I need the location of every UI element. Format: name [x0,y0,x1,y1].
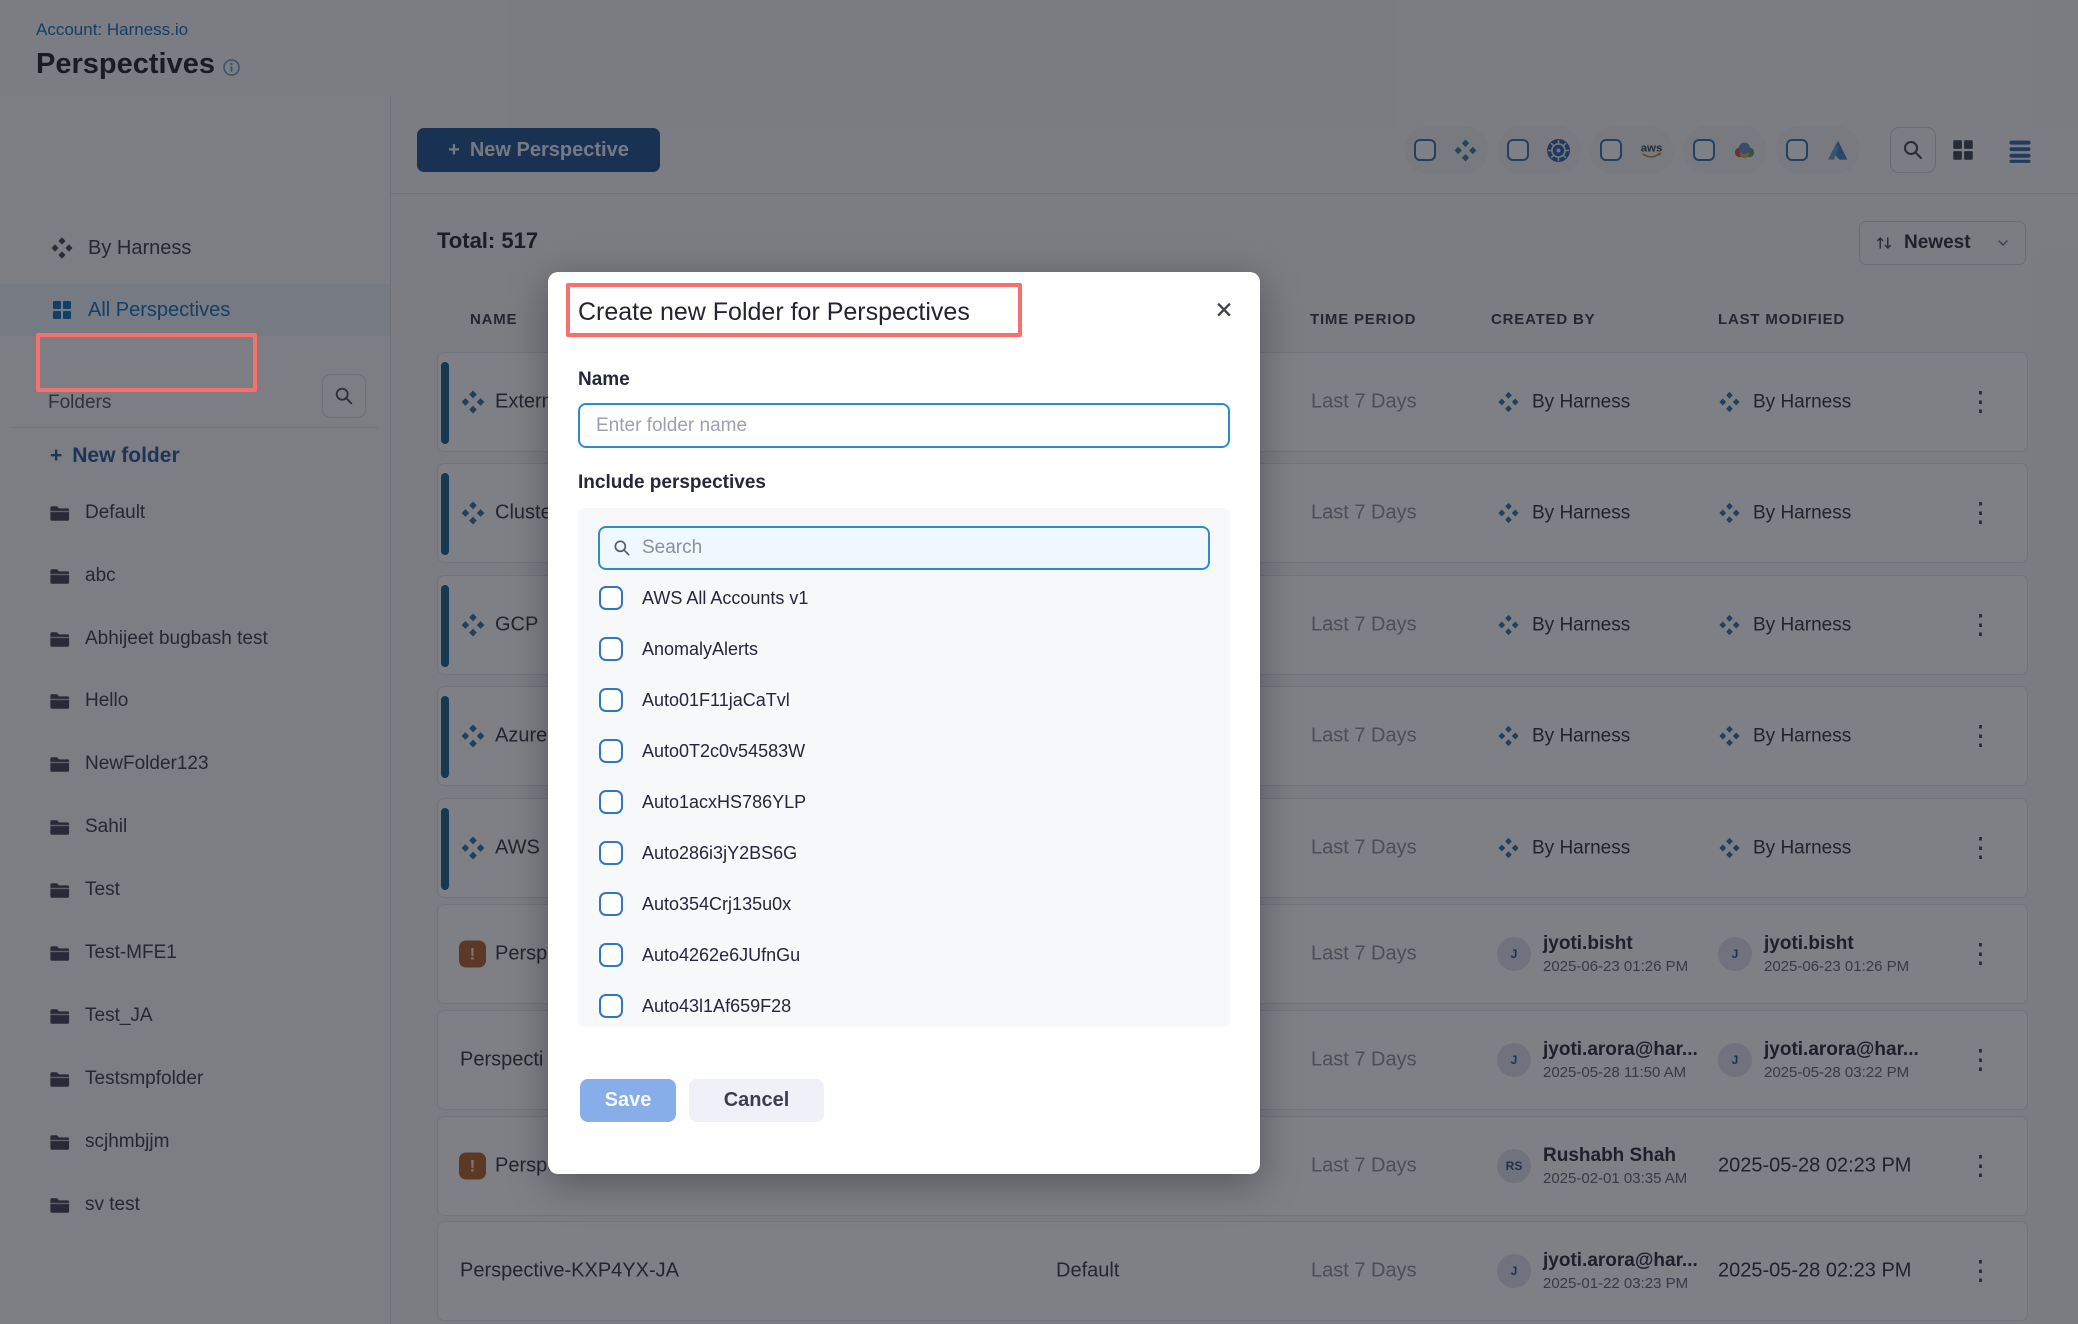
annotation-box-new-folder [36,333,257,392]
perspective-option[interactable]: Auto01F11jaCaTvl [599,685,790,715]
close-icon[interactable]: ✕ [1210,296,1238,324]
perspective-checkbox[interactable] [599,688,623,712]
perspective-checkbox[interactable] [599,637,623,661]
perspective-option-label: Auto01F11jaCaTvl [642,690,790,711]
perspective-option[interactable]: Auto1acxHS786YLP [599,787,806,817]
perspective-option[interactable]: AWS All Accounts v1 [599,583,808,613]
perspective-checkbox[interactable] [599,739,623,763]
name-field-label: Name [578,369,630,391]
perspective-option[interactable]: Auto286i3jY2BS6G [599,838,797,868]
perspective-search-input[interactable] [642,537,1196,559]
perspective-checkbox[interactable] [599,994,623,1018]
perspective-option[interactable]: Auto4262e6JUfnGu [599,940,800,970]
perspective-option-label: Auto4262e6JUfnGu [642,945,800,966]
annotation-box-modal-title [566,283,1022,337]
perspective-option-label: AnomalyAlerts [642,639,758,660]
perspective-option-label: Auto354Crj135u0x [642,894,791,915]
perspective-option[interactable]: Auto43l1Af659F28 [599,991,791,1021]
perspective-checkbox[interactable] [599,841,623,865]
perspective-checkbox[interactable] [599,892,623,916]
perspective-option-label: Auto0T2c0v54583W [642,741,805,762]
perspective-option[interactable]: Auto354Crj135u0x [599,889,791,919]
create-folder-modal: Create new Folder for Perspectives ✕ Nam… [548,272,1260,1174]
folder-name-input[interactable] [578,403,1230,448]
perspective-option[interactable]: AnomalyAlerts [599,634,758,664]
perspective-option-label: AWS All Accounts v1 [642,588,808,609]
perspective-checkbox[interactable] [599,586,623,610]
perspective-option-label: Auto286i3jY2BS6G [642,843,797,864]
perspective-search-box [598,526,1210,570]
save-button[interactable]: Save [580,1079,676,1122]
perspectives-picker-panel: AWS All Accounts v1 AnomalyAlerts Auto01… [578,508,1230,1027]
perspective-option-label: Auto43l1Af659F28 [642,996,791,1017]
include-perspectives-label: Include perspectives [578,472,766,494]
perspective-option-label: Auto1acxHS786YLP [642,792,806,813]
perspective-option[interactable]: Auto0T2c0v54583W [599,736,805,766]
perspective-checkbox[interactable] [599,790,623,814]
perspective-checkbox[interactable] [599,943,623,967]
cancel-button[interactable]: Cancel [689,1079,824,1122]
search-icon [612,538,632,558]
